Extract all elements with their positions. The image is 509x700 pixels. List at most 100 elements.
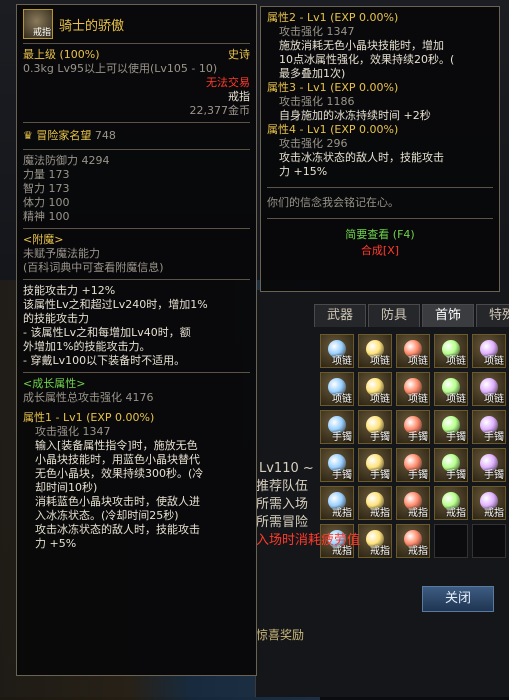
item-tooltip: 戒指 骑士的骄傲 最上级 (100%) 史诗 0.3kg Lv95以上可以使用(…	[16, 4, 257, 676]
slot-label: 项链	[332, 356, 352, 367]
attr2-line: 攻击强化 1347	[279, 25, 355, 38]
attr3-title: 属性3 - Lv1 (EXP 0.00%)	[267, 81, 399, 94]
item-slot[interactable]: 戒指	[358, 524, 392, 558]
ring-icon: 戒指	[23, 9, 53, 39]
item-slot[interactable]: 项链	[472, 372, 506, 406]
reputation-row: ♛ 冒险家名望 748	[23, 129, 250, 143]
divider	[23, 122, 250, 123]
info-line: Lv110 ~	[259, 461, 314, 476]
attr1-line: 攻击强化 1347	[35, 425, 111, 438]
attr2-title: 属性2 - Lv1 (EXP 0.00%)	[267, 11, 399, 24]
divider	[267, 187, 493, 188]
attr3-line: 自身施加的冰冻持续时间 +2秒	[279, 109, 431, 122]
stat-value: 100	[48, 196, 70, 209]
skill-line: 技能攻击力 +12%	[23, 284, 116, 297]
empty-slot[interactable]	[434, 524, 468, 558]
item-slot[interactable]: 手镯	[434, 410, 468, 444]
slot-label: 手镯	[370, 470, 390, 481]
synth-button[interactable]: 合成[X]	[267, 243, 493, 259]
item-slot[interactable]: 戒指	[396, 486, 430, 520]
item-slot[interactable]: 项链	[396, 334, 430, 368]
item-slot[interactable]: 项链	[320, 372, 354, 406]
info-line: 所需冒险	[256, 515, 309, 530]
skill-line: 的技能攻击力	[23, 312, 89, 325]
attr4-line: 攻击冰冻状态的敌人时，技能攻击	[279, 151, 444, 164]
grade-percent: (100%)	[59, 48, 100, 61]
item-tooltip-continued: 属性2 - Lv1 (EXP 0.00%) 攻击强化 1347 施放消耗无色小晶…	[260, 6, 500, 292]
slot-label: 戒指	[370, 546, 390, 557]
attr4-title: 属性4 - Lv1 (EXP 0.00%)	[267, 123, 399, 136]
weight-level-req: 0.3kg Lv95以上可以使用(Lv105 - 10)	[23, 62, 218, 75]
item-slot[interactable]: 手镯	[320, 410, 354, 444]
skill-line: - 穿戴Lv100以下装备时不适用。	[23, 354, 186, 367]
close-button[interactable]: 关闭	[422, 586, 494, 612]
slot-label: 戒指	[484, 508, 504, 519]
item-slot[interactable]: 戒指	[434, 486, 468, 520]
slot-label: 戒指	[408, 508, 428, 519]
tab-armor[interactable]: 防具	[368, 304, 420, 327]
item-grade: 最上级	[23, 48, 56, 61]
attr1-title: 属性1 - Lv1 (EXP 0.00%)	[23, 411, 155, 424]
item-slot[interactable]: 项链	[472, 334, 506, 368]
tab-accessory[interactable]: 首饰	[422, 304, 474, 327]
item-slot[interactable]: 手镯	[472, 448, 506, 482]
attr2-line: 施放消耗无色小晶块技能时，增加	[279, 39, 444, 52]
skill-line: - 该属性Lv之和每增加Lv40时，额	[23, 326, 191, 339]
slot-label: 手镯	[408, 432, 428, 443]
item-title-row: 戒指 骑士的骄傲	[23, 9, 250, 39]
item-name: 骑士的骄傲	[59, 18, 125, 34]
equipment-window: 武器 防具 首饰 特殊 项链 项链 项链 项链 项链 项链 项链 项链 项链 项链 手镯 手镯 手镯 手镯…	[255, 290, 509, 697]
attr4-line: 攻击强化 296	[279, 137, 348, 150]
item-slot[interactable]: 手镯	[472, 410, 506, 444]
item-slot[interactable]: 手镯	[396, 410, 430, 444]
item-slot[interactable]: 项链	[396, 372, 430, 406]
item-slot[interactable]: 项链	[434, 334, 468, 368]
trade-status: 无法交易	[206, 76, 250, 89]
base-stats: 魔法防御力 4294 力量 173 智力 173 体力 100 精神 100	[23, 154, 250, 224]
divider	[23, 228, 250, 229]
item-slot[interactable]: 手镯	[358, 410, 392, 444]
skill-section: 技能攻击力 +12% 该属性Lv之和超过Lv240时，增加1% 的技能攻击力 -…	[23, 284, 250, 368]
stat-value: 173	[48, 182, 70, 195]
divider	[267, 218, 493, 219]
item-slot[interactable]: 项链	[320, 334, 354, 368]
brief-view-button[interactable]: 简要查看 (F4)	[267, 227, 493, 243]
divider	[23, 43, 250, 44]
slot-label: 项链	[370, 394, 390, 405]
slot-label: 项链	[408, 394, 428, 405]
growth-section: <成长属性> 成长属性总攻击强化 4176 属性1 - Lv1 (EXP 0.0…	[23, 377, 250, 551]
slot-label: 手镯	[446, 432, 466, 443]
slot-label: 项链	[484, 394, 504, 405]
empty-slot[interactable]	[472, 524, 506, 558]
dungeon-info: Lv110 ~ 推荐队伍 所需入场 所需冒险 入场时消耗疲劳值	[256, 460, 360, 550]
info-line: 推荐队伍	[256, 479, 309, 494]
item-slot[interactable]: 戒指	[358, 486, 392, 520]
tab-weapon[interactable]: 武器	[314, 304, 366, 327]
divider	[23, 279, 250, 280]
slot-label: 项链	[446, 394, 466, 405]
item-slot[interactable]: 戒指	[472, 486, 506, 520]
icon-label: 戒指	[32, 28, 51, 38]
item-slot[interactable]: 手镯	[358, 448, 392, 482]
tab-special[interactable]: 特殊	[476, 304, 509, 327]
item-slot[interactable]: 戒指	[396, 524, 430, 558]
attr2-line: 10点冰属性强化，效果持续20秒。(	[279, 53, 455, 66]
stat-value: 100	[48, 210, 70, 223]
slot-label: 项链	[484, 356, 504, 367]
slot-label: 手镯	[446, 470, 466, 481]
attr4-line: 力 +15%	[279, 165, 328, 178]
item-slot[interactable]: 手镯	[434, 448, 468, 482]
item-slot[interactable]: 项链	[358, 334, 392, 368]
item-slot[interactable]: 项链	[434, 372, 468, 406]
slot-label: 戒指	[446, 508, 466, 519]
stat-name: 魔法防御力	[23, 154, 78, 167]
skill-line: 该属性Lv之和超过Lv240时，增加1%	[23, 298, 208, 311]
fatigue-warning: 入场时消耗疲劳值	[256, 533, 361, 548]
grade-row: 最上级 (100%) 史诗	[23, 48, 250, 62]
attr1-line: 小晶块技能时，用蓝色小晶块替代	[35, 453, 200, 466]
attr2-line: 最多叠加1次)	[279, 67, 346, 80]
slot-label: 戒指	[370, 508, 390, 519]
item-slot[interactable]: 手镯	[396, 448, 430, 482]
item-slot[interactable]: 项链	[358, 372, 392, 406]
stat-name: 力量	[23, 168, 45, 181]
